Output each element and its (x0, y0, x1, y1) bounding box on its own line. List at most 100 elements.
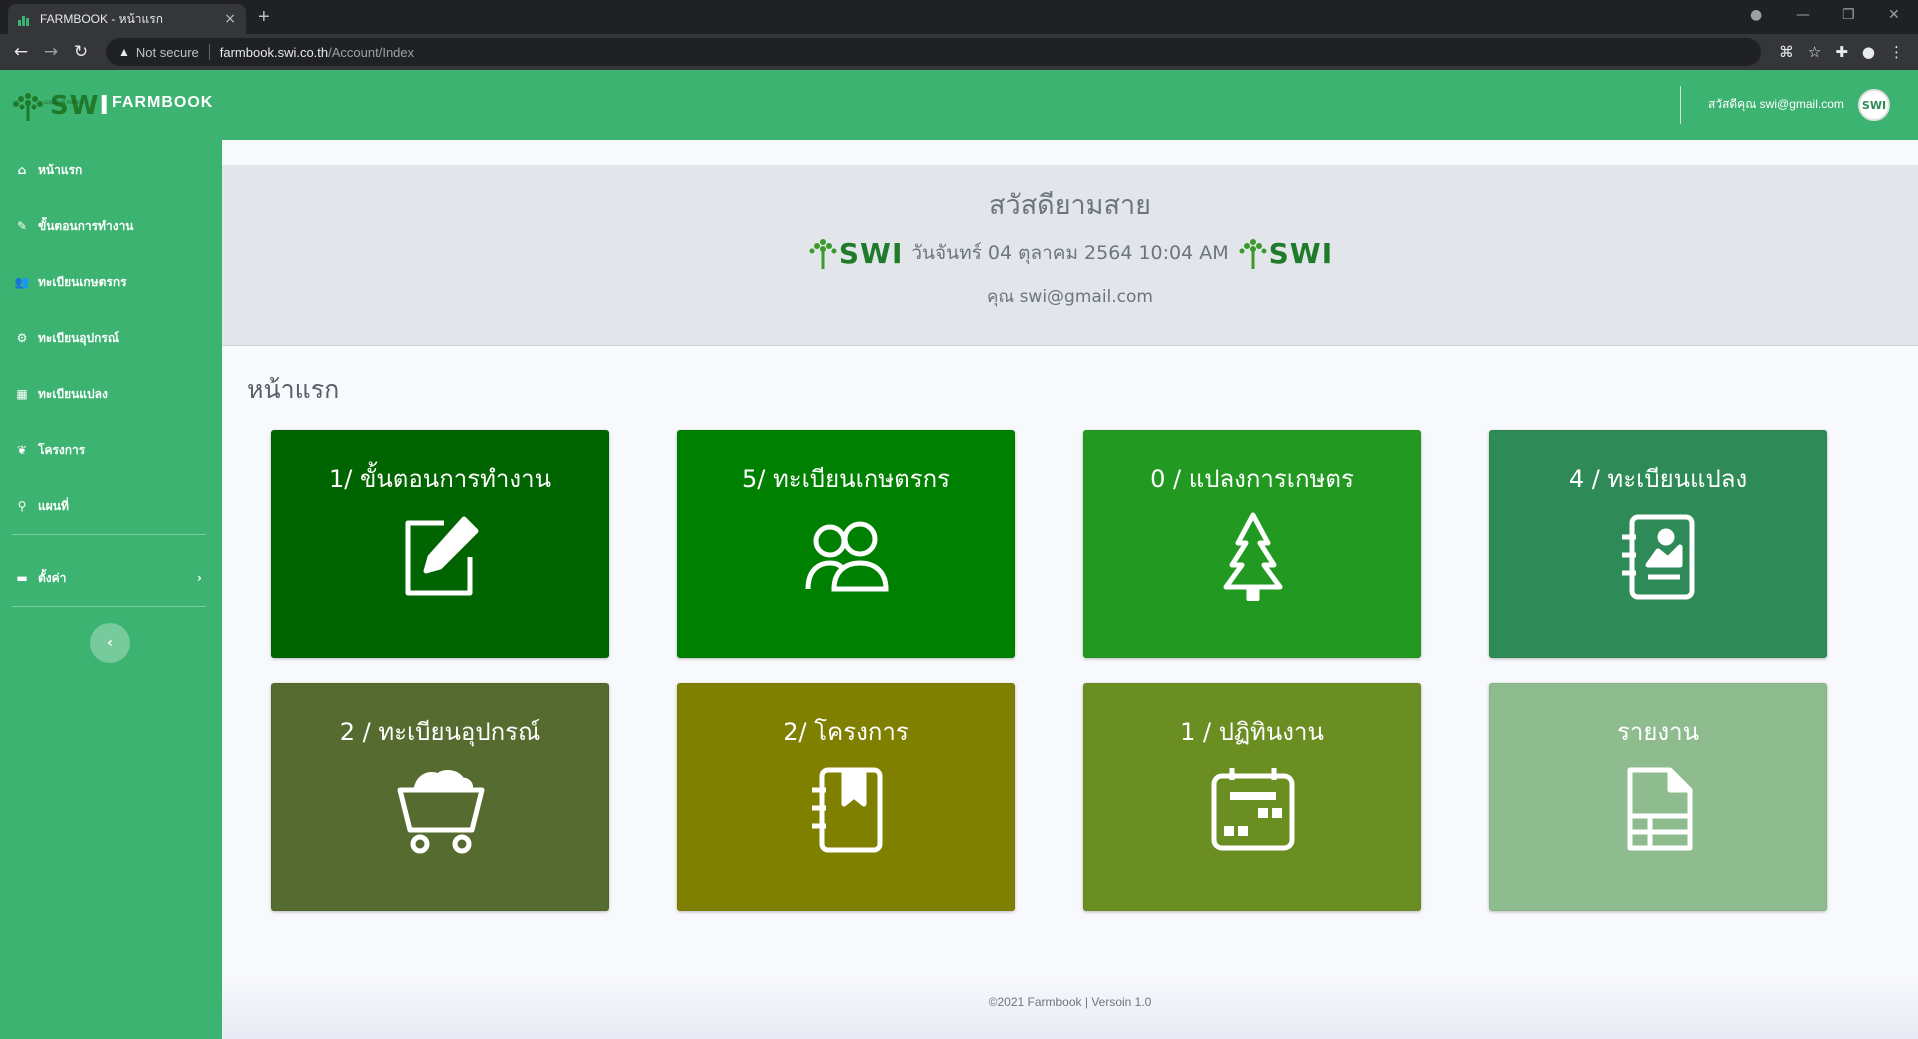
sidebar-item-plots[interactable]: ▦ ทะเบียนแปลง (0, 372, 222, 416)
sidebar: ⌂ หน้าแรก ✎ ขั้นตอนการทำงาน 👥 ทะเบียนเกษ… (0, 140, 222, 1039)
card-label: 2/ โครงการ (783, 718, 909, 746)
sidebar-item-home[interactable]: ⌂ หน้าแรก (0, 148, 222, 192)
footer: ©2021 Farmbook | Versoin 1.0 (222, 975, 1918, 1039)
logo-text: SWI (838, 236, 904, 270)
card-farmers[interactable]: 5/ ทะเบียนเกษตรกร (677, 430, 1015, 658)
welcome-banner: สวัสดียามสาย SWI วันจันทร์ 04 ตุลาคม 256… (222, 165, 1918, 346)
back-icon[interactable]: ← (6, 42, 36, 62)
sidebar-item-settings[interactable]: ▬ ตั้งค่า › (0, 556, 222, 600)
logo-text: SWI (1268, 236, 1334, 270)
bookmark-star-icon[interactable]: ☆ (1808, 43, 1821, 61)
security-label: Not secure (135, 44, 199, 60)
edit-icon (396, 511, 486, 601)
card-equipment[interactable]: 2 / ทะเบียนอุปกรณ์ (271, 683, 609, 911)
card-projects[interactable]: 2/ โครงการ (677, 683, 1015, 911)
sidebar-item-label: ทะเบียนแปลง (38, 386, 108, 401)
card-plot-registry[interactable]: 4 / ทะเบียนแปลง (1489, 430, 1827, 658)
sidebar-divider (12, 534, 206, 535)
warning-icon: ▲ (118, 45, 130, 59)
card-label: 5/ ทะเบียนเกษตรกร (741, 465, 951, 493)
card-workflow[interactable]: 1/ ขั้นตอนการทำงาน (271, 430, 609, 658)
users-icon (802, 511, 892, 601)
notebook-chart-icon (1614, 511, 1704, 601)
sidebar-item-label: โครงการ (38, 442, 86, 457)
app-header: SWI LEADER IN TAPIOCA FARMBOOK สวัสดีคุณ… (0, 70, 1918, 140)
home-icon: ⌂ (17, 163, 27, 177)
main-content: สวัสดียามสาย SWI วันจันทร์ 04 ตุลาคม 256… (222, 140, 1918, 1039)
folder-icon: ▬ (16, 571, 28, 585)
calendar-icon (1208, 764, 1298, 854)
sidebar-item-label: ทะเบียนอุปกรณ์ (38, 330, 119, 345)
sidebar-divider (12, 606, 206, 607)
sidebar-item-label: หน้าแรก (38, 162, 83, 177)
swi-logo-left: SWI (807, 235, 903, 271)
sidebar-item-label: ตั้งค่า (38, 570, 67, 585)
sidebar-item-map[interactable]: ⚲ แผนที่ (0, 484, 222, 528)
card-label: รายงาน (1616, 718, 1700, 746)
map-plot-icon: ▦ (16, 387, 28, 401)
welcome-title: สวัสดียามสาย (989, 190, 1151, 221)
avatar[interactable]: SWI (1858, 89, 1890, 121)
current-datetime: วันจันทร์ 04 ตุลาคม 2564 10:04 AM (911, 242, 1229, 264)
url-path: /Account/Index (328, 44, 415, 60)
sidebar-item-workflow[interactable]: ✎ ขั้นตอนการทำงาน (0, 204, 222, 248)
sidebar-item-label: แผนที่ (38, 498, 69, 513)
profile-icon[interactable]: ● (1862, 43, 1875, 61)
logo-text: SW (50, 91, 100, 121)
browser-tab[interactable]: FARMBOOK - หน้าแรก × (8, 4, 246, 34)
logo-tagline: LEADER IN TAPIOCA (44, 100, 84, 105)
sidebar-item-projects[interactable]: ❦ โครงการ (0, 428, 222, 472)
brand-name[interactable]: FARMBOOK (112, 94, 213, 112)
restore-icon[interactable]: ❐ (1842, 0, 1855, 30)
browser-toolbar: ← → ↻ ▲ Not secure farmbook.swi.co.th /A… (0, 34, 1918, 70)
omnibox-divider (208, 44, 210, 60)
tree-icon (1208, 511, 1298, 602)
tab-title: FARMBOOK - หน้าแรก (40, 11, 163, 26)
edit-icon: ✎ (16, 219, 28, 233)
card-farm-plots[interactable]: 0 / แปลงการเกษตร (1083, 430, 1421, 658)
book-bookmark-icon (802, 764, 892, 854)
tractor-icon: ⚙ (16, 331, 28, 345)
swi-logo[interactable]: SWI (8, 86, 110, 126)
swi-logo-right: SWI (1237, 235, 1333, 271)
card-label: 1/ ขั้นตอนการทำงาน (329, 465, 551, 493)
chevron-right-icon: › (197, 571, 202, 585)
browser-tab-strip: FARMBOOK - หน้าแรก × + ● — ❐ ✕ (0, 0, 1918, 34)
new-tab-button[interactable]: + (258, 6, 270, 29)
tree-logo-icon (1239, 239, 1267, 269)
sidebar-item-equipment[interactable]: ⚙ ทะเบียนอุปกรณ์ (0, 316, 222, 360)
tree-logo-icon (809, 239, 837, 269)
menu-icon[interactable]: ⋮ (1889, 43, 1904, 61)
header-divider (1680, 86, 1681, 124)
url-host: farmbook.swi.co.th (219, 44, 329, 60)
tab-close-icon[interactable]: × (224, 11, 236, 27)
sidebar-collapse-button[interactable]: ‹ (90, 623, 130, 663)
extensions-icon[interactable]: ✚ (1835, 43, 1848, 61)
card-label: 2 / ทะเบียนอุปกรณ์ (339, 718, 541, 746)
card-label: 0 / แปลงการเกษตร (1150, 465, 1354, 493)
forward-icon[interactable]: → (36, 42, 66, 62)
close-window-icon[interactable]: ✕ (1888, 0, 1900, 30)
welcome-user: คุณ swi@gmail.com (987, 287, 1153, 307)
sidebar-item-label: ขั้นตอนการทำงาน (38, 218, 134, 233)
sidebar-item-farmers[interactable]: 👥 ทะเบียนเกษตรกร (0, 260, 222, 304)
minimize-icon[interactable]: — (1796, 0, 1810, 30)
leaf-icon: ❦ (16, 443, 28, 457)
card-label: 1 / ปฏิทินงาน (1180, 718, 1324, 746)
sidebar-item-label: ทะเบียนเกษตรกร (38, 274, 127, 289)
profile-dropdown-icon[interactable]: ● (1750, 0, 1762, 30)
translate-icon[interactable]: ⌘ (1779, 43, 1794, 61)
logo-text-end: I (99, 91, 111, 121)
tree-logo-icon (13, 93, 43, 121)
map-marker-icon: ⚲ (17, 499, 27, 513)
reload-icon[interactable]: ↻ (66, 42, 96, 62)
cart-icon (396, 764, 486, 854)
card-calendar[interactable]: 1 / ปฏิทินงาน (1083, 683, 1421, 911)
users-icon: 👥 (14, 275, 30, 289)
page-title: หน้าแรก (247, 375, 340, 404)
card-label: 4 / ทะเบียนแปลง (1568, 465, 1748, 493)
address-bar[interactable]: ▲ Not secure farmbook.swi.co.th /Account… (106, 38, 1761, 66)
user-greeting[interactable]: สวัสดีคุณ swi@gmail.com (1708, 95, 1844, 114)
report-icon (1614, 764, 1704, 854)
card-reports[interactable]: รายงาน (1489, 683, 1827, 911)
